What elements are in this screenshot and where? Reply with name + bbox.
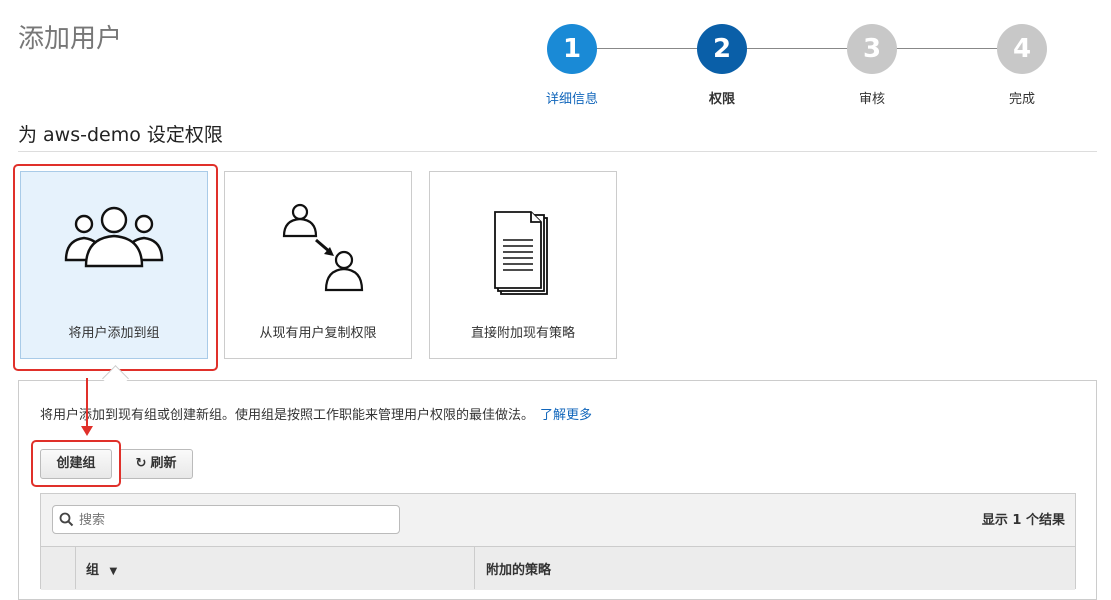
column-divider	[474, 546, 475, 589]
table-header	[41, 546, 1075, 590]
learn-more-link[interactable]: 了解更多	[540, 408, 592, 423]
page-title: 添加用户	[18, 24, 123, 54]
step-review: 3 审核	[812, 24, 932, 107]
refresh-button[interactable]: ↻ 刷新	[119, 449, 193, 479]
column-header-attached-policies: 附加的策略	[486, 559, 551, 578]
column-header-group[interactable]: 组 ▼	[86, 559, 117, 578]
annotation-arrow-head	[81, 426, 93, 436]
option-label: 从现有用户复制权限	[259, 326, 377, 341]
copy-user-permissions-icon	[225, 200, 411, 304]
highlight-frame	[31, 440, 121, 487]
section-title: 为 aws-demo 设定权限	[18, 124, 223, 146]
step-number: 3	[847, 24, 897, 74]
annotation-arrow	[86, 378, 88, 430]
step-number: 2	[697, 24, 747, 74]
option-copy-permissions[interactable]: 从现有用户复制权限	[224, 171, 412, 359]
sort-down-icon: ▼	[109, 566, 118, 577]
step-complete: 4 完成	[962, 24, 1082, 107]
search-icon	[59, 512, 74, 527]
button-label: 刷新	[150, 456, 177, 471]
step-label: 完成	[1008, 92, 1035, 107]
option-label: 直接附加现有策略	[470, 326, 575, 341]
step-number: 1	[547, 24, 597, 74]
search-input[interactable]	[77, 508, 391, 532]
step-label: 详细信息	[545, 92, 598, 107]
refresh-icon: ↻	[135, 456, 147, 471]
step-details[interactable]: 1 详细信息	[512, 24, 632, 107]
result-count: 显示 1 个结果	[981, 513, 1065, 528]
search-box[interactable]	[52, 505, 400, 534]
panel-description: 将用户添加到现有组或创建新组。使用组是按照工作职能来管理用户权限的最佳做法。 了解…	[40, 404, 592, 423]
option-attach-policies[interactable]: 直接附加现有策略	[429, 171, 617, 359]
step-number: 4	[997, 24, 1047, 74]
highlight-frame	[13, 164, 218, 371]
column-label: 附加的策略	[486, 563, 552, 578]
column-label: 组	[86, 563, 100, 578]
step-permissions: 2 权限	[662, 24, 782, 107]
policy-document-icon	[430, 210, 616, 304]
step-label: 权限	[708, 92, 735, 107]
divider	[18, 151, 1097, 152]
column-divider	[75, 546, 76, 589]
description-text: 将用户添加到现有组或创建新组。使用组是按照工作职能来管理用户权限的最佳做法。	[40, 408, 535, 423]
step-label: 审核	[858, 92, 885, 107]
